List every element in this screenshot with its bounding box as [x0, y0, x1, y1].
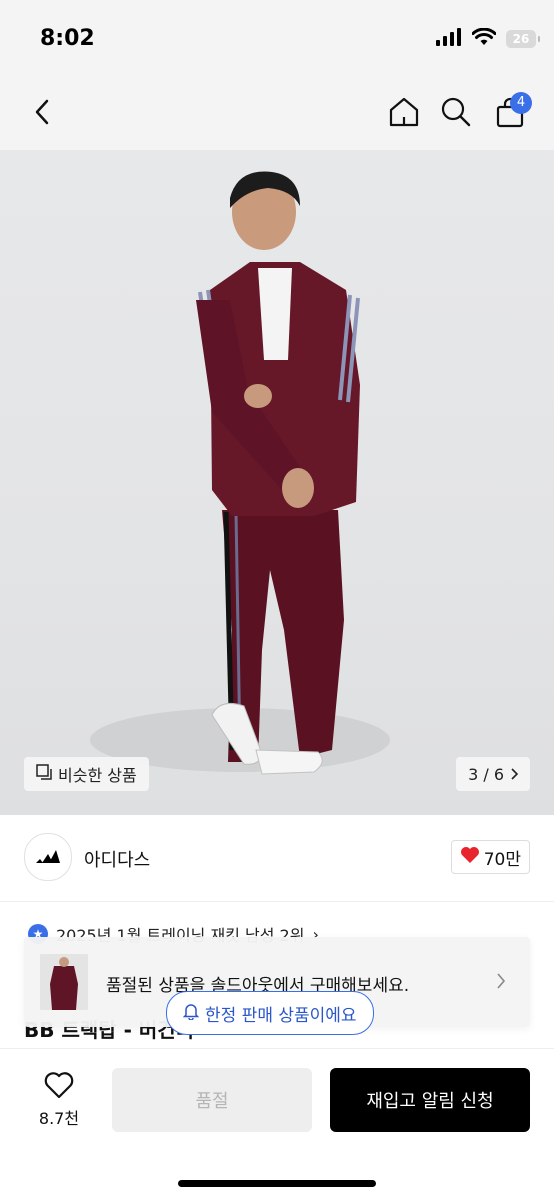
brand-like-button[interactable]: 70만 [450, 840, 530, 874]
top-nav-bar: 4 [0, 80, 554, 150]
image-page-indicator[interactable]: 3 / 6 [456, 757, 530, 791]
heart-outline-icon [44, 1072, 74, 1103]
restock-alert-button[interactable]: 재입고 알림 신청 [330, 1068, 530, 1132]
brand-logo[interactable] [24, 833, 72, 881]
status-icons: 26 [436, 27, 540, 50]
banner-thumbnail [40, 954, 88, 1010]
status-bar: 8:02 26 [0, 0, 554, 80]
brand-like-count: 70만 [483, 849, 521, 870]
back-button[interactable] [18, 90, 66, 138]
brand-row: 아디다스 70만 [0, 815, 554, 902]
soldout-button[interactable]: 품절 [112, 1068, 312, 1132]
cart-button[interactable]: 4 [486, 90, 534, 138]
wishlist-button[interactable]: 8.7천 [24, 1071, 94, 1129]
product-image-gallery[interactable]: 비슷한 상품 3 / 6 [0, 150, 554, 815]
cart-count-badge: 4 [510, 92, 532, 114]
limited-sale-text: 한정 판매 상품이에요 [205, 1005, 357, 1026]
wishlist-count: 8.7천 [38, 1109, 80, 1128]
signal-icon [436, 28, 462, 50]
chevron-right-icon [510, 765, 519, 784]
search-icon [440, 96, 472, 132]
wifi-icon [471, 27, 497, 50]
heart-icon [460, 846, 480, 869]
home-button[interactable] [380, 90, 428, 138]
battery-icon: 26 [506, 30, 540, 48]
product-photo [90, 171, 390, 775]
home-icon [388, 96, 420, 132]
bell-icon [182, 1002, 200, 1025]
page-indicator-text: 3 / 6 [468, 764, 504, 784]
similar-items-button[interactable]: 비슷한 상품 [24, 757, 149, 791]
home-indicator[interactable] [178, 1180, 376, 1187]
brand-name[interactable]: 아디다스 [84, 846, 150, 872]
limited-sale-tooltip: 한정 판매 상품이에요 [166, 991, 374, 1035]
bottom-action-bar: 8.7천 품절 재입고 알림 신청 [0, 1048, 554, 1201]
search-button[interactable] [432, 90, 480, 138]
chevron-right-icon [496, 973, 506, 993]
similar-items-label: 비슷한 상품 [58, 766, 137, 785]
copy-icon [36, 764, 52, 784]
chevron-left-icon [32, 98, 52, 130]
status-time: 8:02 [40, 26, 95, 51]
adidas-logo-icon [35, 846, 61, 868]
